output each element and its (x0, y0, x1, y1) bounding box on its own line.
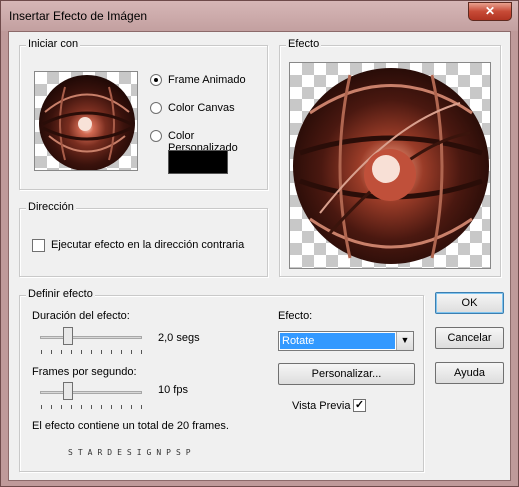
duration-slider-thumb[interactable] (63, 327, 73, 345)
start-preview-image (34, 71, 138, 171)
watermark-text: STARDESIGNPSP (68, 448, 196, 457)
checkmark-icon: ✓ (354, 399, 365, 411)
start-with-group: Iniciar con Frame Animado Color Canvas C… (19, 38, 268, 190)
slider-tick (81, 350, 82, 354)
slider-tick (51, 350, 52, 354)
direction-label: Dirección (26, 201, 76, 213)
dialog-window: Insertar Efecto de Imágen ✕ Iniciar con (0, 0, 519, 487)
slider-tick (71, 405, 72, 409)
define-effect-group: Definir efecto Duración del efecto: 2,0 … (19, 288, 424, 472)
slider-tick (51, 405, 52, 409)
effect-select-label: Efecto: (278, 310, 313, 322)
help-button[interactable]: Ayuda (435, 362, 504, 384)
duration-slider-track[interactable] (40, 336, 142, 339)
effect-preview-label: Efecto (286, 38, 322, 50)
radio-custom-color[interactable] (150, 130, 162, 142)
close-icon: ✕ (484, 4, 496, 18)
slider-tick (131, 405, 132, 409)
effect-select-value: Rotate (280, 333, 395, 349)
window-title: Insertar Efecto de Imágen (9, 9, 148, 23)
slider-tick (71, 350, 72, 354)
start-with-label: Iniciar con (26, 38, 81, 50)
custom-color-swatch[interactable] (168, 150, 228, 174)
customize-button[interactable]: Personalizar... (278, 363, 415, 385)
reverse-direction-checkbox[interactable] (32, 239, 45, 252)
effect-preview-group: Efecto (279, 38, 501, 277)
preview-label: Vista Previa (292, 400, 351, 412)
slider-tick (101, 350, 102, 354)
slider-tick (91, 350, 92, 354)
slider-tick (141, 405, 142, 409)
slider-tick (101, 405, 102, 409)
dialog-client: Iniciar con Frame Animado Color Canvas C… (8, 31, 511, 481)
fps-slider-track[interactable] (40, 391, 142, 394)
fps-value: 10 fps (158, 384, 188, 396)
slider-tick (111, 405, 112, 409)
close-button[interactable]: ✕ (468, 2, 512, 21)
radio-canvas-color[interactable] (150, 102, 162, 114)
radio-canvas-color-label[interactable]: Color Canvas (168, 102, 235, 114)
slider-tick (61, 405, 62, 409)
slider-tick (61, 350, 62, 354)
duration-value: 2,0 segs (158, 332, 200, 344)
title-bar[interactable]: Insertar Efecto de Imágen ✕ (1, 1, 518, 31)
slider-tick (121, 350, 122, 354)
radio-animated-frame-label[interactable]: Frame Animado (168, 74, 246, 86)
define-effect-label: Definir efecto (26, 288, 95, 300)
slider-tick (91, 405, 92, 409)
total-frames-text: El efecto contiene un total de 20 frames… (32, 420, 229, 432)
duration-label: Duración del efecto: (32, 310, 130, 322)
fps-slider-thumb[interactable] (63, 382, 73, 400)
ok-button[interactable]: OK (435, 292, 504, 314)
cancel-button[interactable]: Cancelar (435, 327, 504, 349)
slider-tick (111, 350, 112, 354)
slider-tick (41, 350, 42, 354)
slider-tick (141, 350, 142, 354)
reverse-direction-label[interactable]: Ejecutar efecto en la dirección contrari… (51, 239, 244, 251)
slider-tick (81, 405, 82, 409)
preview-checkbox[interactable]: ✓ (353, 399, 366, 412)
slider-tick (131, 350, 132, 354)
effect-preview-image (289, 62, 491, 269)
fps-slider-ticks (41, 405, 142, 409)
chevron-down-icon[interactable]: ▼ (396, 332, 413, 350)
start-sphere-image (39, 75, 135, 170)
direction-group: Dirección Ejecutar efecto en la direcció… (19, 201, 268, 277)
effect-select[interactable]: Rotate ▼ (278, 331, 414, 351)
fps-label: Frames por segundo: (32, 366, 137, 378)
duration-slider-ticks (41, 350, 142, 354)
radio-animated-frame[interactable] (150, 74, 162, 86)
slider-tick (41, 405, 42, 409)
slider-tick (121, 405, 122, 409)
effect-sphere-image (293, 68, 489, 264)
